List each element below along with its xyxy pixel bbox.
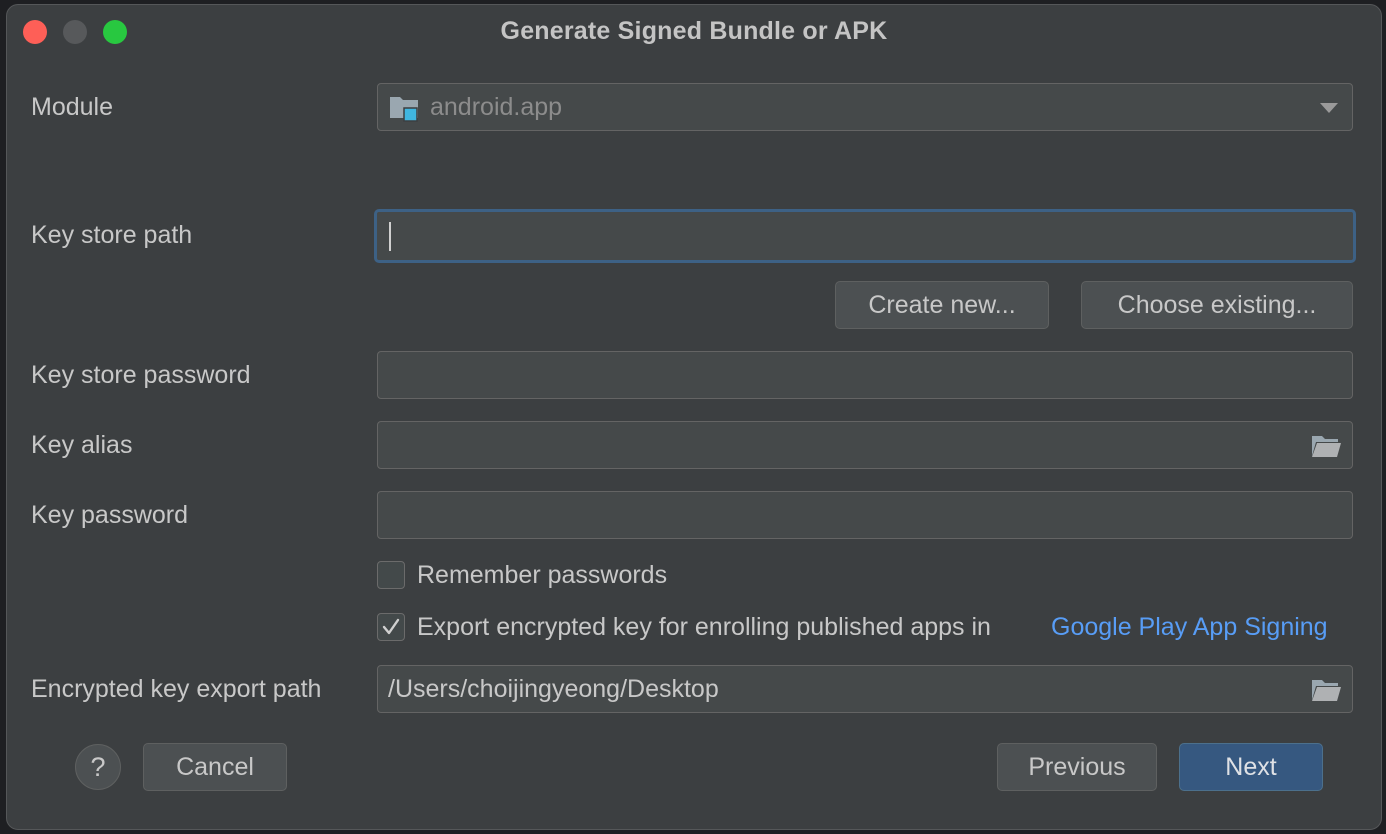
remember-passwords-label[interactable]: Remember passwords xyxy=(417,561,667,590)
export-path-label: Encrypted key export path xyxy=(31,675,322,703)
next-button[interactable]: Next xyxy=(1179,743,1323,791)
export-key-checkbox[interactable] xyxy=(377,613,405,641)
previous-button[interactable]: Previous xyxy=(997,743,1157,791)
dialog-title: Generate Signed Bundle or APK xyxy=(500,17,888,45)
key-alias-label: Key alias xyxy=(31,431,133,459)
keystore-password-label: Key store password xyxy=(31,361,251,389)
text-caret xyxy=(389,222,391,251)
key-alias-input[interactable] xyxy=(377,421,1353,469)
export-path-value: /Users/choijingyeong/Desktop xyxy=(388,675,719,703)
module-dropdown[interactable]: android.app xyxy=(377,83,1353,131)
export-path-input[interactable]: /Users/choijingyeong/Desktop xyxy=(377,665,1353,713)
help-button[interactable]: ? xyxy=(75,744,121,790)
choose-existing-button[interactable]: Choose existing... xyxy=(1081,281,1353,329)
chevron-down-icon xyxy=(1320,103,1338,113)
cancel-button[interactable]: Cancel xyxy=(143,743,287,791)
module-value: android.app xyxy=(430,93,563,121)
checkmark-icon xyxy=(382,618,400,635)
key-password-input[interactable] xyxy=(377,491,1353,539)
create-new-button[interactable]: Create new... xyxy=(835,281,1049,329)
keystore-path-input[interactable] xyxy=(374,209,1356,263)
dialog-window: Generate Signed Bundle or APK Module and… xyxy=(6,4,1382,830)
remember-passwords-checkbox[interactable] xyxy=(377,561,405,589)
module-label: Module xyxy=(31,93,113,121)
google-play-app-signing-link[interactable]: Google Play App Signing xyxy=(1051,613,1328,642)
keystore-password-input[interactable] xyxy=(377,351,1353,399)
browse-folder-icon[interactable] xyxy=(1310,677,1342,703)
key-password-label: Key password xyxy=(31,501,189,529)
browse-folder-icon[interactable] xyxy=(1310,433,1342,459)
export-key-label[interactable]: Export encrypted key for enrolling publi… xyxy=(417,613,991,642)
keystore-path-label: Key store path xyxy=(31,221,193,249)
module-folder-icon xyxy=(390,97,418,122)
